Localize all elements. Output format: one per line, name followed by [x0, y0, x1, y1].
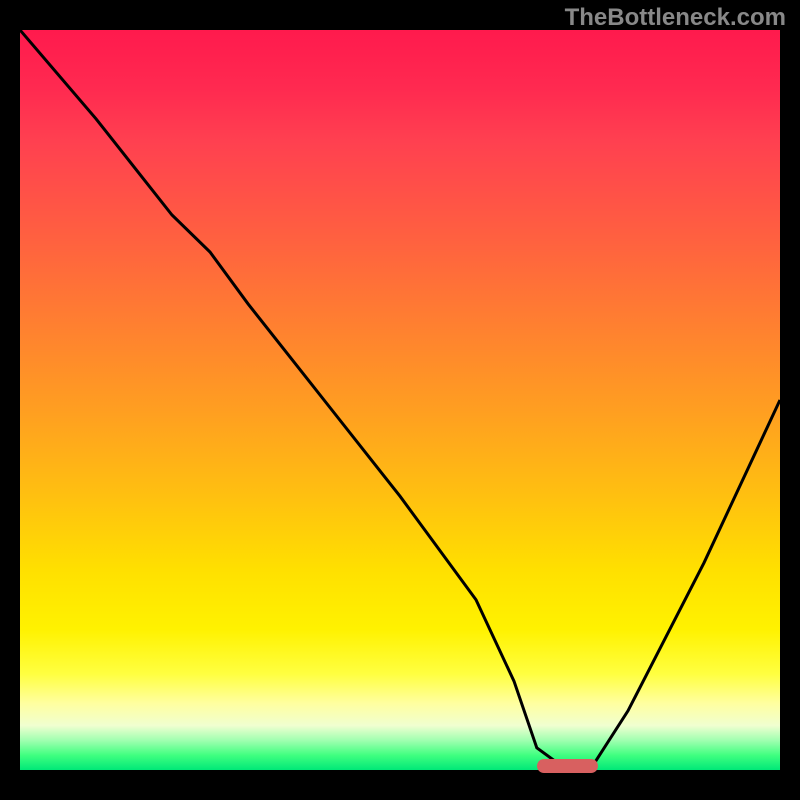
- watermark-text: TheBottleneck.com: [565, 4, 786, 32]
- bottleneck-curve: [20, 30, 780, 770]
- curve-path: [20, 30, 780, 770]
- plot-area: [20, 30, 780, 770]
- optimal-range-marker: [537, 759, 598, 773]
